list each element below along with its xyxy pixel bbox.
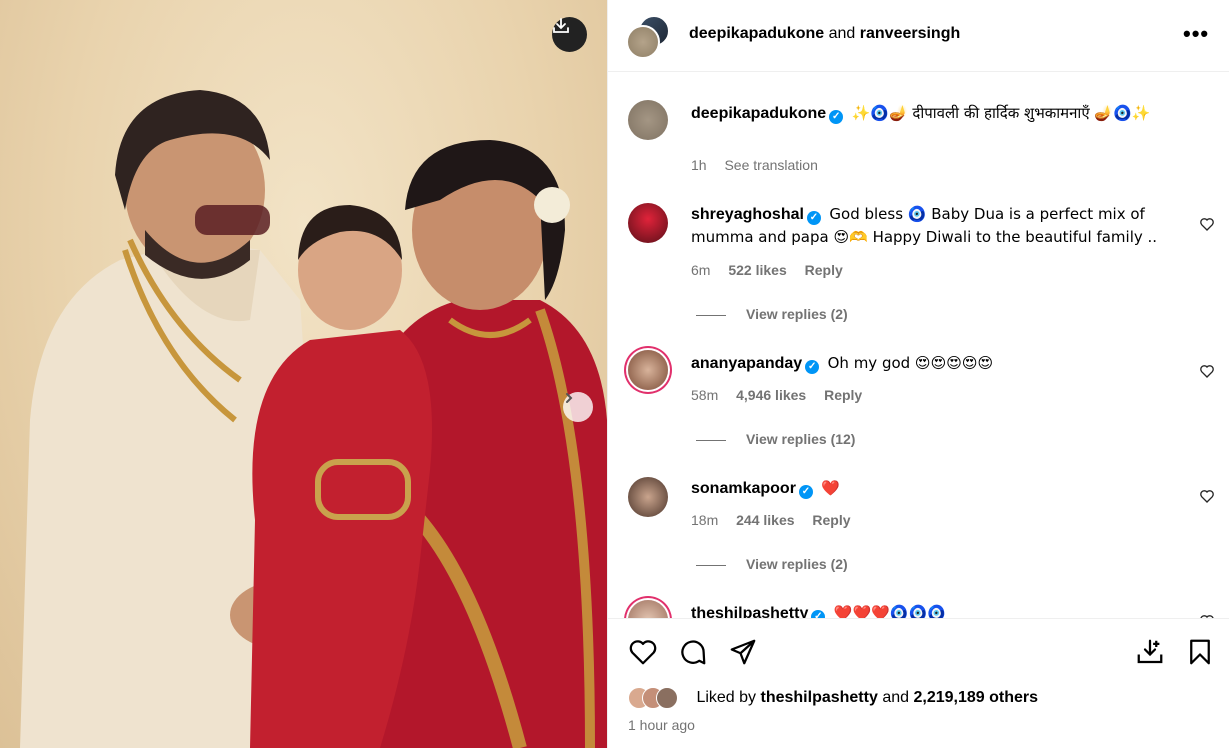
comment-text: ❤️❤️❤️🧿🧿🧿 <box>833 604 946 618</box>
view-replies-label: View replies (2) <box>746 306 848 322</box>
author-avatar <box>626 25 660 59</box>
like-comment-heart-icon[interactable] <box>1199 363 1215 379</box>
commenter-avatar[interactable] <box>628 350 668 390</box>
caption-avatar[interactable] <box>628 100 668 140</box>
download-button[interactable] <box>552 17 587 52</box>
verified-badge-icon: ✓ <box>798 485 813 499</box>
post-header: deepikapadukone and ranveersingh ••• <box>608 0 1229 72</box>
view-replies-label: View replies (12) <box>746 431 856 447</box>
comment-likes[interactable]: 522 likes <box>728 262 786 278</box>
comments-list[interactable]: deepikapadukone ✓ ✨🧿🪔 दीपावली की हार्दिक … <box>608 72 1229 618</box>
caption-meta: 1h See translation <box>691 157 832 173</box>
liked-by-avatars <box>628 687 692 709</box>
caption-text: ✨🧿🪔 दीपावली की हार्दिक शुभकामनाएँ 🪔🧿✨ <box>851 104 1151 122</box>
download-icon <box>553 18 569 33</box>
caption-text-block: deepikapadukone ✓ ✨🧿🪔 दीपावली की हार्दिक … <box>691 102 1171 125</box>
comment-likes[interactable]: 4,946 likes <box>736 387 806 403</box>
reply-button[interactable]: Reply <box>805 262 843 278</box>
comment-text-block: shreyaghoshal ✓ God bless 🧿 Baby Dua is a… <box>691 203 1171 249</box>
heart-icon[interactable] <box>628 637 658 667</box>
post-authors: deepikapadukone and ranveersingh <box>689 25 960 43</box>
commenter-username[interactable]: sonamkapoor <box>691 480 796 497</box>
comment-likes[interactable]: 244 likes <box>736 512 794 528</box>
caption-username[interactable]: deepikapadukone <box>691 105 826 122</box>
replies-divider <box>696 439 726 441</box>
verified-badge-icon: ✓ <box>829 110 844 124</box>
replies-divider <box>696 314 726 316</box>
verified-badge-icon: ✓ <box>811 610 826 618</box>
liked-by-connector: and <box>882 689 910 707</box>
verified-badge-icon: ✓ <box>806 211 821 225</box>
family-photo-illustration <box>20 90 607 748</box>
send-icon[interactable] <box>728 637 758 667</box>
coauthor-username[interactable]: ranveersingh <box>860 25 960 42</box>
post-actions: Liked by theshilpashetty and 2,219,189 o… <box>608 618 1229 749</box>
comment-text-block: theshilpashetty ✓ ❤️❤️❤️🧿🧿🧿 <box>691 602 1171 618</box>
commenter-username[interactable]: shreyaghoshal <box>691 206 804 223</box>
view-replies-button[interactable]: View replies (2) <box>696 306 848 322</box>
see-translation-link[interactable]: See translation <box>724 157 817 173</box>
author-username[interactable]: deepikapadukone <box>689 25 824 42</box>
comment-text: Oh my god 😍😍😍😍😍 <box>827 354 994 372</box>
replies-divider <box>696 564 726 566</box>
comment-meta: 6m 522 likes Reply <box>691 262 857 278</box>
comment-time: 18m <box>691 512 719 528</box>
chevron-right-icon <box>566 393 573 403</box>
view-replies-button[interactable]: View replies (12) <box>696 431 855 447</box>
comment-time: 6m <box>691 262 711 278</box>
bookmark-icon[interactable] <box>1185 637 1215 667</box>
view-replies-label: View replies (2) <box>746 556 848 572</box>
more-options-button[interactable]: ••• <box>1183 22 1213 46</box>
author-avatars[interactable] <box>626 15 670 59</box>
liked-by-user[interactable]: theshilpashetty <box>761 689 878 706</box>
reply-button[interactable]: Reply <box>824 387 862 403</box>
commenter-avatar[interactable] <box>628 477 668 517</box>
reply-button[interactable]: Reply <box>812 512 850 528</box>
comment-time: 58m <box>691 387 719 403</box>
likes-summary: Liked by theshilpashetty and 2,219,189 o… <box>628 687 1038 709</box>
commenter-username[interactable]: theshilpashetty <box>691 605 808 618</box>
save-download-icon[interactable] <box>1135 637 1165 667</box>
comment-meta: 58m 4,946 likes Reply <box>691 387 876 403</box>
liked-by-prefix: Liked by <box>696 689 757 707</box>
comment-text-block: sonamkapoor ✓ ❤️ <box>691 477 1171 500</box>
comment-text: ❤️ <box>821 479 841 497</box>
authors-connector: and <box>828 25 856 42</box>
caption-time: 1h <box>691 157 707 173</box>
post-panel: deepikapadukone and ranveersingh ••• dee… <box>607 0 1229 749</box>
commenter-avatar[interactable] <box>628 203 668 243</box>
like-comment-heart-icon[interactable] <box>1199 216 1215 232</box>
post-photo[interactable] <box>0 0 607 748</box>
liked-by-others[interactable]: 2,219,189 others <box>913 689 1038 706</box>
comment-icon[interactable] <box>678 637 708 667</box>
comment-meta: 18m 244 likes Reply <box>691 512 865 528</box>
view-replies-button[interactable]: View replies (2) <box>696 556 848 572</box>
commenter-avatar[interactable] <box>628 600 668 618</box>
commenter-username[interactable]: ananyapanday <box>691 355 802 372</box>
next-image-button[interactable] <box>563 392 593 422</box>
verified-badge-icon: ✓ <box>805 360 820 374</box>
like-comment-heart-icon[interactable] <box>1199 488 1215 504</box>
comment-text-block: ananyapanday ✓ Oh my god 😍😍😍😍😍 <box>691 352 1171 375</box>
post-timestamp[interactable]: 1 hour ago <box>628 717 695 733</box>
